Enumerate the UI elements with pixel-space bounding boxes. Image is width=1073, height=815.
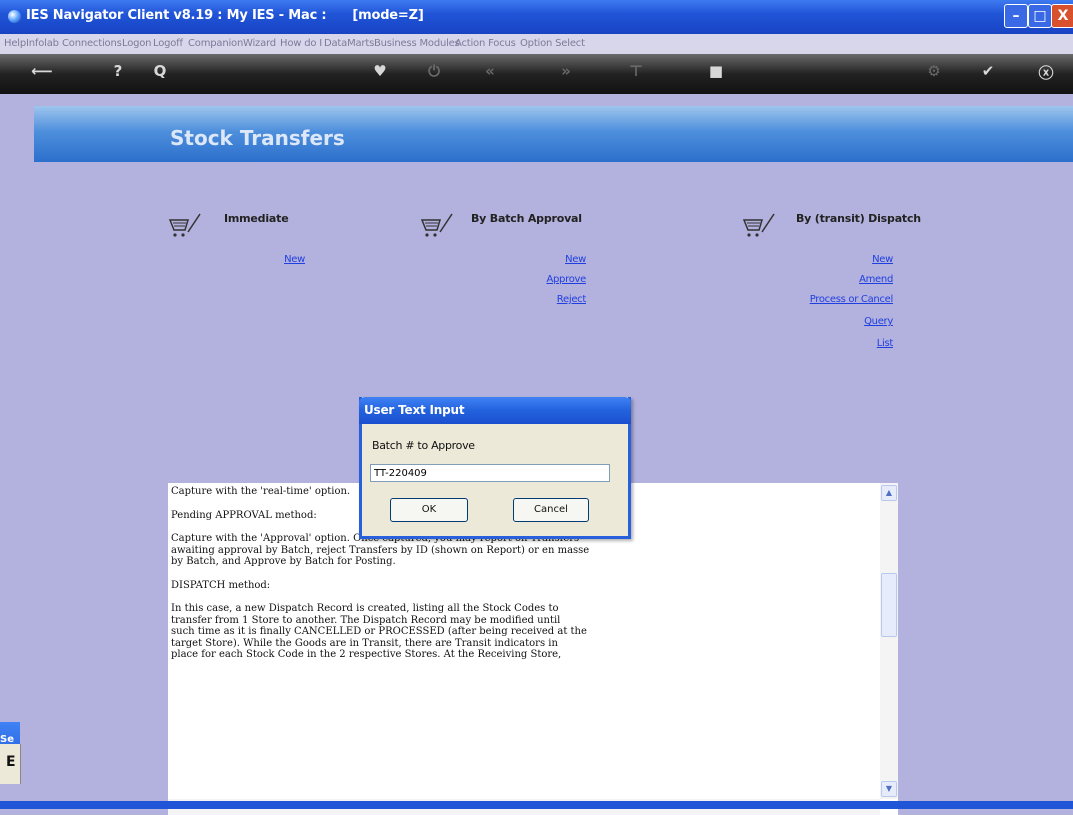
menu-item-logon[interactable]: Logon xyxy=(122,38,152,49)
power-icon[interactable]: ⏻ xyxy=(424,62,444,80)
close-button[interactable]: X xyxy=(1051,4,1073,28)
window-title: IES Navigator Client v8.19 : My IES - Ma… xyxy=(26,8,424,23)
section-heading-dispatch: By (transit) Dispatch xyxy=(796,212,921,225)
menu-item-action-focus[interactable]: Action Focus xyxy=(455,38,516,49)
batch-new-link[interactable]: New xyxy=(466,254,586,265)
scroll-up-icon[interactable]: ▲ xyxy=(881,485,897,501)
scroll-thumb[interactable] xyxy=(881,573,897,637)
search-icon[interactable]: Q xyxy=(150,62,170,80)
menu-item-how-do-i[interactable]: How do I xyxy=(280,38,322,49)
help-paragraph: In this case, a new Dispatch Record is c… xyxy=(171,603,587,660)
menu-item-connections[interactable]: Connections xyxy=(62,38,122,49)
app-icon xyxy=(8,10,21,23)
tree-icon[interactable]: ⊤ xyxy=(626,62,646,80)
maximize-button[interactable]: □ xyxy=(1028,4,1052,28)
cancel-button[interactable]: Cancel xyxy=(513,498,589,522)
dispatch-process-cancel-link[interactable]: Process or Cancel xyxy=(773,294,894,305)
side-panel-tab[interactable]: Se E xyxy=(0,722,21,784)
ok-button[interactable]: OK xyxy=(390,498,468,522)
batch-reject-link[interactable]: Reject xyxy=(466,294,587,305)
section-heading-immediate: Immediate xyxy=(224,212,289,225)
dispatch-list-link[interactable]: List xyxy=(773,338,894,349)
close-circle-icon[interactable]: ⓧ xyxy=(1036,62,1056,83)
help-icon[interactable]: ? xyxy=(108,62,128,80)
dispatch-amend-link[interactable]: Amend xyxy=(773,274,893,285)
heart-icon[interactable]: ♥ xyxy=(370,62,390,80)
cart-icon xyxy=(168,213,201,237)
menu-item-wizard[interactable]: Wizard xyxy=(243,38,276,49)
cart-icon xyxy=(742,213,775,237)
menu-item-logoff[interactable]: Logoff xyxy=(153,38,183,49)
rewind-icon[interactable]: « xyxy=(480,62,500,80)
menu-item-business-modules[interactable]: Business Modules xyxy=(374,38,460,49)
cart-icon xyxy=(420,213,453,237)
help-paragraph: DISPATCH method: xyxy=(171,579,271,591)
back-arrow-icon[interactable]: ⟵ xyxy=(24,62,60,80)
menu-bar: Help Infolab Connections Logon Logoff Co… xyxy=(0,34,1073,54)
check-icon[interactable]: ✔ xyxy=(978,62,998,80)
page-title: Stock Transfers xyxy=(170,126,345,150)
toolbar: ⟵ ? Q ♥ ⏻ « » ⊤ ■ ⚙ ✔ ⓧ xyxy=(0,54,1073,94)
menu-item-infolab[interactable]: Infolab xyxy=(26,38,59,49)
menu-item-companion[interactable]: Companion xyxy=(188,38,243,49)
dispatch-query-link[interactable]: Query xyxy=(773,316,893,327)
batch-number-input[interactable] xyxy=(370,464,610,482)
dialog-title: User Text Input xyxy=(364,403,465,417)
vertical-scrollbar[interactable]: ▲ ▼ xyxy=(880,483,898,799)
minimize-button[interactable]: – xyxy=(1004,4,1028,28)
batch-approve-link[interactable]: Approve xyxy=(466,274,586,285)
stop-icon[interactable]: ■ xyxy=(706,62,726,80)
window-titlebar[interactable]: IES Navigator Client v8.19 : My IES - Ma… xyxy=(0,0,1073,34)
dialog-titlebar[interactable]: User Text Input xyxy=(359,397,631,424)
main-content: Stock Transfers Immediate New By Batch A… xyxy=(0,94,1073,815)
menu-item-help[interactable]: Help xyxy=(4,38,26,49)
menu-item-option-select[interactable]: Option Select xyxy=(520,38,585,49)
menu-item-datamarts[interactable]: DataMarts xyxy=(324,38,374,49)
dialog-prompt: Batch # to Approve xyxy=(372,439,475,452)
side-tab-box: E xyxy=(0,744,21,784)
side-tab-char: E xyxy=(6,754,16,770)
section-heading-batch-approval: By Batch Approval xyxy=(471,212,582,225)
immediate-new-link[interactable]: New xyxy=(185,254,305,265)
user-text-input-dialog: User Text Input Batch # to Approve OK Ca… xyxy=(359,397,631,539)
dispatch-new-link[interactable]: New xyxy=(773,254,893,265)
settings-icon[interactable]: ⚙ xyxy=(924,62,944,80)
window-bottom-edge xyxy=(0,801,1073,809)
scroll-down-icon[interactable]: ▼ xyxy=(881,781,897,797)
page-banner: Stock Transfers xyxy=(34,106,1073,162)
forward-icon[interactable]: » xyxy=(556,62,576,80)
